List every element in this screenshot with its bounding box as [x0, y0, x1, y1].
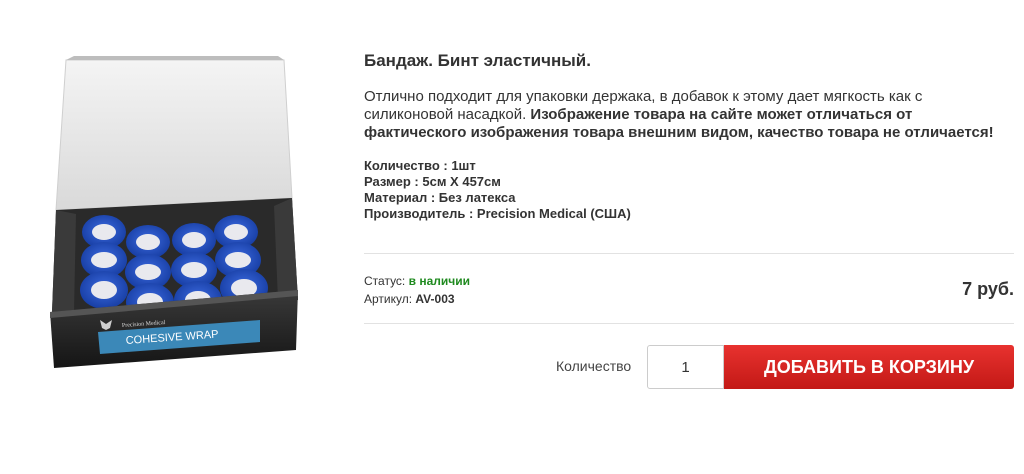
divider — [364, 323, 1014, 324]
product-price: 7 руб. — [962, 279, 1014, 299]
product-image: COHESIVE WRAP Precision Medical — [22, 50, 320, 372]
status-badge: в наличии — [408, 274, 470, 288]
spec-material: Материал : Без латекса — [364, 190, 516, 205]
spec-size: Размер : 5см X 457см — [364, 174, 501, 189]
article-label: Артикул: — [364, 292, 416, 306]
product-specs: Количество : 1шт Размер : 5см X 457см Ма… — [364, 158, 631, 222]
status-line: Статус: в наличии — [364, 272, 470, 290]
product-title: Бандаж. Бинт эластичный. — [364, 51, 591, 70]
quantity-label: Количество — [556, 358, 632, 374]
article-line: Артикул: AV-003 — [364, 290, 470, 308]
product-details: Бандаж. Бинт эластичный. Отлично подходи… — [364, 0, 1014, 474]
product-meta: Статус: в наличии Артикул: AV-003 — [364, 272, 470, 308]
divider — [364, 253, 1014, 254]
spec-manufacturer: Производитель : Precision Medical (США) — [364, 206, 631, 221]
add-to-cart-button[interactable]: Добавить в корзину — [724, 345, 1014, 389]
article-value: AV-003 — [415, 292, 455, 306]
product-description: Отлично подходит для упаковки держака, в… — [364, 88, 1004, 142]
spec-quantity: Количество : 1шт — [364, 158, 476, 173]
status-label: Статус: — [364, 274, 409, 288]
quantity-input[interactable] — [647, 345, 724, 389]
